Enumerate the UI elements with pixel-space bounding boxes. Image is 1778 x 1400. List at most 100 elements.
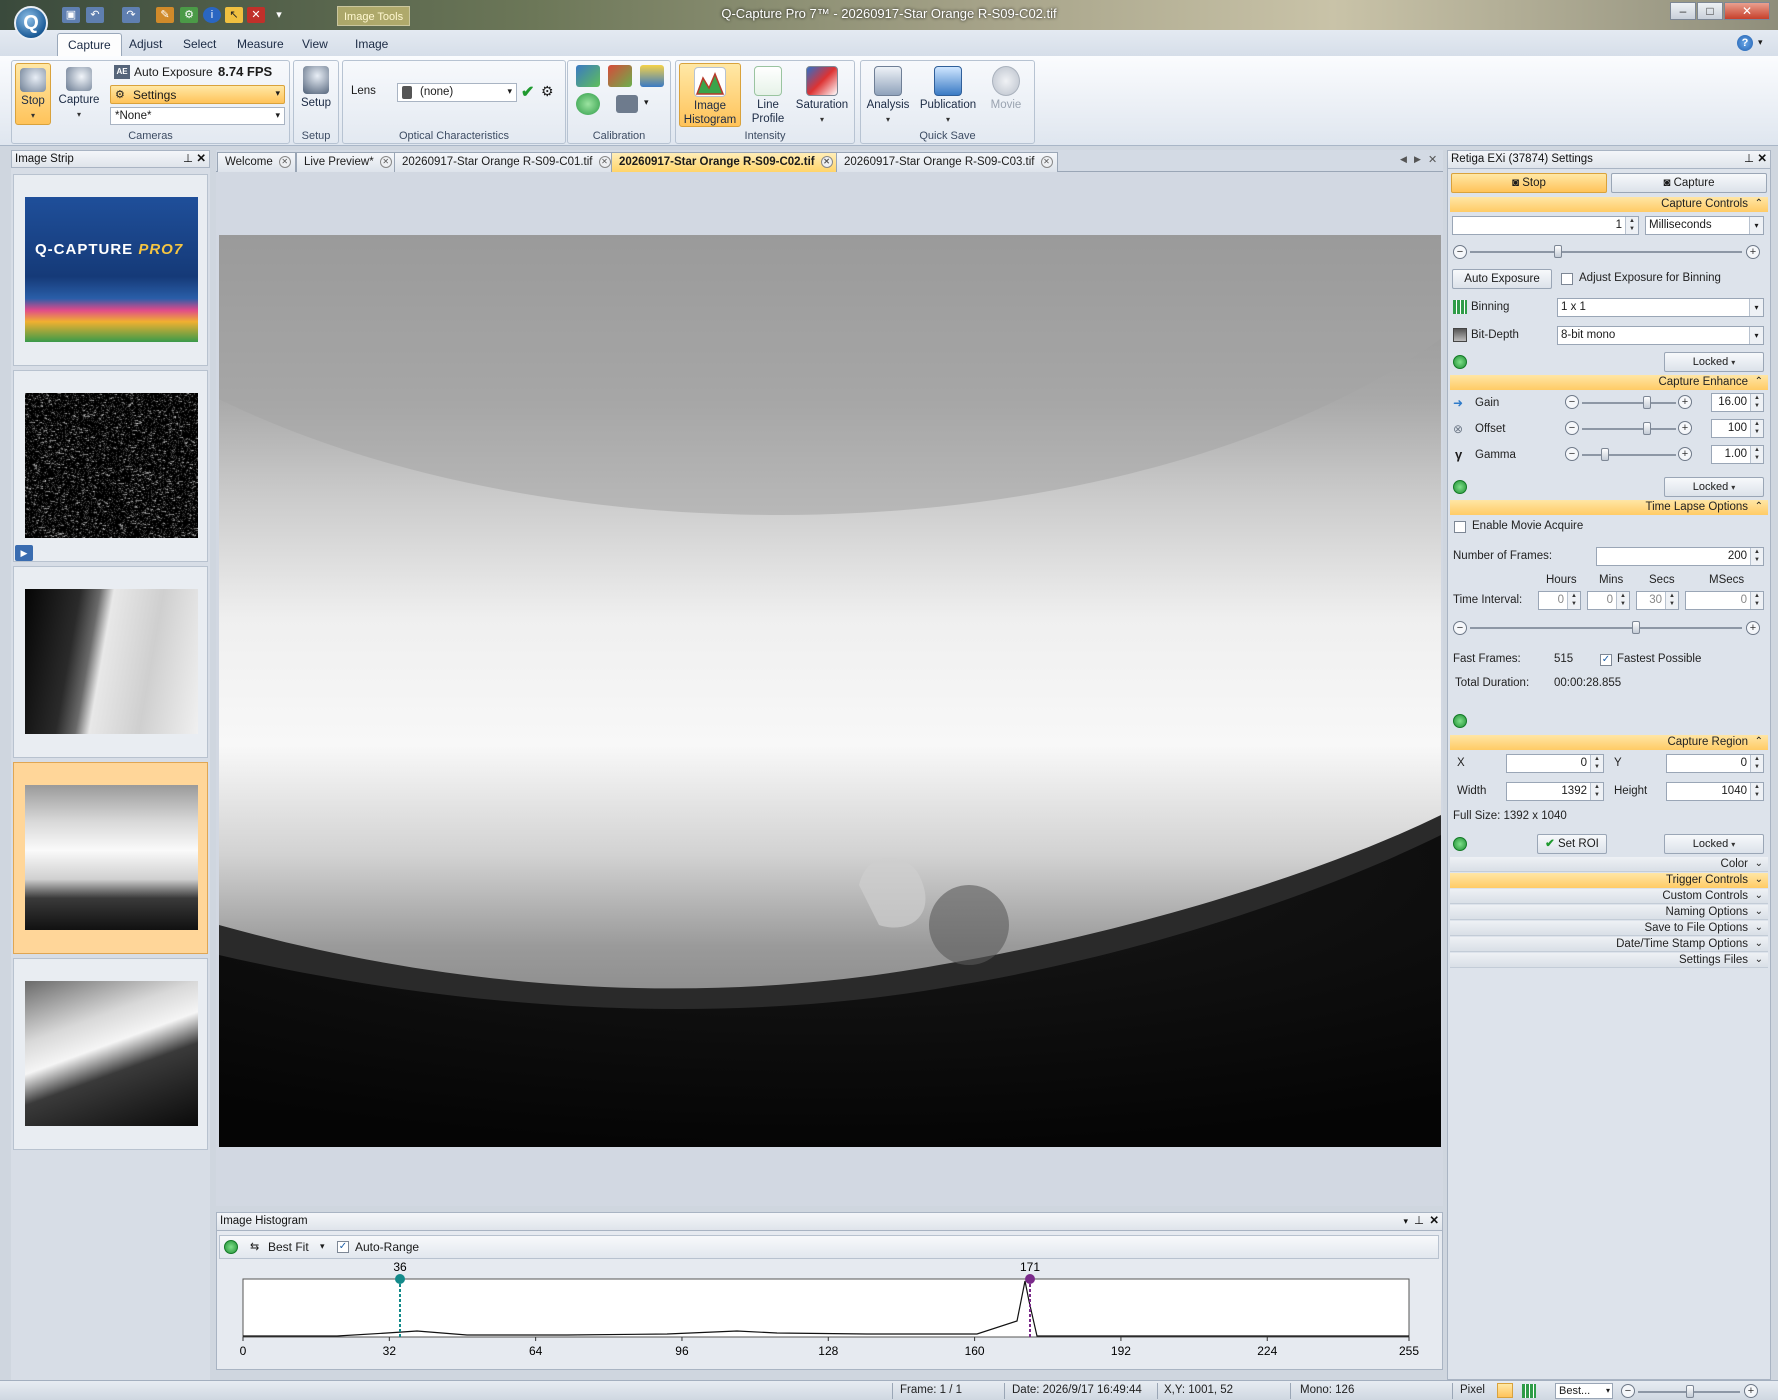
decrease-interval-icon[interactable]: −	[1453, 621, 1467, 635]
hours-input[interactable]: 0 ▲ ▼	[1538, 591, 1581, 610]
decrease-exposure-icon[interactable]: −	[1453, 245, 1467, 259]
captured-image[interactable]	[219, 235, 1441, 1147]
refresh-icon[interactable]	[1453, 837, 1467, 851]
maximize-button[interactable]: □	[1697, 2, 1723, 20]
capture-region-lock[interactable]: Locked ▾	[1664, 834, 1764, 854]
pin-icon[interactable]: ⊥	[1744, 151, 1754, 167]
interval-slider-thumb[interactable]	[1632, 621, 1640, 634]
tab-scroll-left-icon[interactable]: ◀	[1400, 154, 1407, 165]
set-roi-button[interactable]: ✔ Set ROI	[1537, 834, 1607, 854]
section-custom-controls[interactable]: Custom Controls ⌄	[1450, 889, 1768, 904]
zoom-slider-thumb[interactable]	[1686, 1385, 1694, 1398]
close-tab-icon[interactable]: ✕	[278, 156, 291, 168]
thumbnail-c03[interactable]	[13, 958, 208, 1150]
setup-button[interactable]: Setup	[296, 63, 336, 119]
exposure-slider[interactable]	[1470, 245, 1742, 258]
section-naming-options[interactable]: Naming Options ⌄	[1450, 905, 1768, 920]
spinner-icon[interactable]: ▲ ▼	[1750, 592, 1763, 609]
refresh-icon[interactable]	[1453, 480, 1467, 494]
offset-slider-thumb[interactable]	[1643, 422, 1651, 435]
spinner-icon[interactable]: ▲ ▼	[1625, 217, 1638, 234]
tab-view[interactable]: View	[292, 33, 338, 56]
section-date-time-stamp[interactable]: Date/Time Stamp Options ⌄	[1450, 937, 1768, 952]
refresh-icon[interactable]	[1453, 355, 1467, 369]
section-trigger-controls[interactable]: Trigger Controls ⌄	[1450, 873, 1768, 888]
spinner-icon[interactable]: ▲ ▼	[1750, 394, 1763, 411]
decrease-gamma-icon[interactable]: −	[1565, 447, 1579, 461]
spinner-icon[interactable]: ▲ ▼	[1750, 755, 1763, 772]
offset-slider[interactable]	[1582, 422, 1676, 435]
tab-measure[interactable]: Measure	[227, 33, 294, 56]
secs-input[interactable]: 30 ▲ ▼	[1636, 591, 1679, 610]
spinner-icon[interactable]: ▲ ▼	[1567, 592, 1580, 609]
spinner-icon[interactable]: ▲ ▼	[1590, 783, 1603, 800]
bit-depth-dropdown[interactable]: 8-bit mono ▾	[1557, 326, 1764, 345]
stop-button[interactable]: Stop ▾	[15, 63, 51, 125]
chevron-down-icon[interactable]: ▾	[320, 1241, 325, 1252]
auto-range-checkbox[interactable]: ✓	[337, 1241, 349, 1253]
region-y-input[interactable]: 0 ▲ ▼	[1666, 754, 1764, 773]
close-tab-icon[interactable]: ✕	[1040, 156, 1053, 168]
chevron-down-icon[interactable]: ▾	[1403, 1213, 1408, 1229]
flat-field-icon[interactable]	[608, 65, 632, 87]
spinner-icon[interactable]: ▲ ▼	[1590, 755, 1603, 772]
section-save-to-file[interactable]: Save to File Options ⌄	[1450, 921, 1768, 936]
publication-button[interactable]: Publication ▾	[917, 63, 979, 127]
thumbnail-c01[interactable]	[13, 566, 208, 758]
gamma-slider-thumb[interactable]	[1601, 448, 1609, 461]
help-icon[interactable]: ?	[1737, 35, 1753, 51]
region-x-input[interactable]: 0 ▲ ▼	[1506, 754, 1604, 773]
thumbnail-c02[interactable]	[13, 762, 208, 954]
pin-icon[interactable]: ⊥	[1414, 1213, 1424, 1229]
gain-slider[interactable]	[1582, 396, 1676, 409]
movie-button[interactable]: Movie	[983, 63, 1029, 127]
interval-slider[interactable]	[1470, 621, 1742, 634]
adjust-binning-checkbox[interactable]	[1561, 273, 1573, 285]
grid-icon[interactable]	[1522, 1384, 1536, 1398]
region-height-input[interactable]: 1040 ▲ ▼	[1666, 782, 1764, 801]
line-profile-button[interactable]: Line Profile	[746, 63, 790, 127]
tab-capture[interactable]: Capture	[57, 33, 122, 56]
refresh-icon[interactable]	[1453, 714, 1467, 728]
section-color[interactable]: Color ⌄	[1450, 857, 1768, 872]
spinner-icon[interactable]: ▲ ▼	[1750, 783, 1763, 800]
spinner-icon[interactable]: ▲ ▼	[1750, 420, 1763, 437]
white-balance-icon[interactable]	[576, 65, 600, 87]
auto-exposure-panel-button[interactable]: Auto Exposure	[1452, 269, 1552, 289]
spinner-icon[interactable]: ▲ ▼	[1750, 446, 1763, 463]
low-marker-handle[interactable]	[395, 1274, 405, 1284]
lens-dropdown[interactable]: (none) ▾	[397, 83, 517, 102]
close-tab-icon[interactable]: ✕	[598, 156, 611, 168]
zoom-slider[interactable]	[1638, 1385, 1740, 1398]
decrease-gain-icon[interactable]: −	[1565, 395, 1579, 409]
exposure-unit-dropdown[interactable]: Milliseconds ▾	[1645, 216, 1764, 235]
spatial-calibration-icon[interactable]	[640, 65, 664, 87]
section-capture-enhance[interactable]: Capture Enhance ⌃	[1450, 375, 1768, 390]
settings-dropdown[interactable]: ⚙ Settings ▾	[110, 85, 285, 104]
tab-image[interactable]: Image	[345, 33, 398, 56]
minimize-button[interactable]: –	[1670, 2, 1696, 20]
tab-c03[interactable]: 20260917-Star Orange R-S09-C03.tif ✕	[836, 152, 1058, 172]
histogram-plot[interactable]: 36 171 0 32 64 96 128 160 192 224 255	[217, 1261, 1441, 1369]
spinner-icon[interactable]: ▲ ▼	[1665, 592, 1678, 609]
decrease-offset-icon[interactable]: −	[1565, 421, 1579, 435]
close-tab-icon[interactable]: ✕	[820, 156, 833, 168]
msecs-input[interactable]: 0 ▲ ▼	[1685, 591, 1764, 610]
close-icon[interactable]: ✕	[196, 151, 206, 167]
chevron-down-icon[interactable]: ▾	[644, 97, 649, 108]
section-time-lapse[interactable]: Time Lapse Options ⌃	[1450, 500, 1768, 515]
fit-view-icon[interactable]	[1497, 1383, 1513, 1398]
image-histogram-button[interactable]: Image Histogram	[679, 63, 741, 127]
close-tab-icon[interactable]: ✕	[379, 156, 392, 168]
reset-calibration-icon[interactable]	[576, 93, 600, 115]
zoom-dropdown[interactable]: Best... ▾	[1555, 1383, 1613, 1399]
offset-input[interactable]: 100 ▲ ▼	[1711, 419, 1764, 438]
gain-slider-thumb[interactable]	[1643, 396, 1651, 409]
best-fit-button[interactable]: Best Fit	[268, 1240, 309, 1254]
auto-exposure-button[interactable]: Auto Exposure	[134, 65, 213, 79]
exposure-slider-thumb[interactable]	[1554, 245, 1562, 258]
lens-settings-icon[interactable]: ⚙	[541, 83, 554, 100]
gamma-input[interactable]: 1.00 ▲ ▼	[1711, 445, 1764, 464]
zoom-in-icon[interactable]: +	[1744, 1384, 1758, 1398]
tab-c01[interactable]: 20260917-Star Orange R-S09-C01.tif ✕	[394, 152, 616, 172]
